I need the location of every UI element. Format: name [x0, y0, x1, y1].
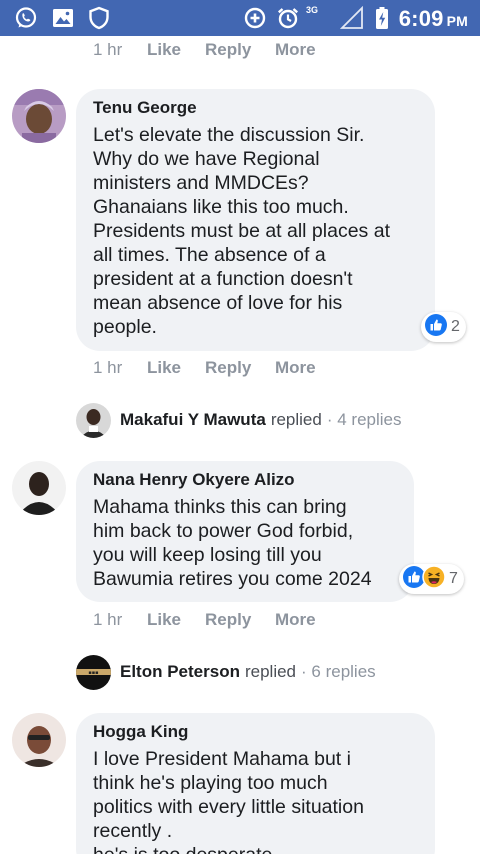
like-button[interactable]: Like [147, 358, 181, 378]
reaction-count: 7 [449, 570, 458, 587]
reaction-count: 2 [451, 318, 460, 335]
network-type: 3G [306, 5, 319, 15]
reply-avatar: ▪▪▪ [76, 654, 111, 690]
comment-time: 1 hr [93, 40, 123, 59]
comment-time: 1 hr [93, 358, 123, 377]
avatar[interactable] [12, 713, 66, 767]
like-button[interactable]: Like [147, 610, 181, 630]
reply-button[interactable]: Reply [205, 40, 251, 60]
comment-bubble[interactable]: Tenu George Let's elevate the discussion… [76, 89, 435, 351]
like-button[interactable]: Like [147, 40, 181, 60]
comment-author[interactable]: Hogga King [93, 722, 417, 742]
reply-count: · 4 replies [326, 410, 402, 429]
comment-bubble[interactable]: Nana Henry Okyere Alizo Mahama thinks th… [76, 461, 414, 602]
clock: 6:09 PM [398, 6, 468, 31]
view-replies[interactable]: ▪▪▪ Elton Peterson replied · 6 replies [76, 654, 376, 690]
reply-avatar [76, 402, 111, 438]
gallery-icon [51, 6, 75, 30]
comment-author[interactable]: Nana Henry Okyere Alizo [93, 470, 396, 490]
comment-text: I love President Mahama but i think he's… [93, 748, 364, 854]
replied-label: replied [244, 662, 297, 681]
comment-time: 1 hr [93, 610, 123, 629]
data-saver-icon [243, 6, 267, 30]
alarm-icon [276, 6, 300, 30]
status-bar: 3G 6:09 PM [0, 0, 480, 36]
battery-charging-icon [374, 6, 390, 30]
comment-author[interactable]: Tenu George [93, 98, 417, 118]
haha-reaction-icon [422, 564, 446, 594]
comment-text: Mahama thinks this can bring him back to… [93, 496, 372, 590]
signal-icon [339, 5, 364, 30]
svg-text:▪▪▪: ▪▪▪ [88, 670, 98, 676]
shield-icon [87, 6, 111, 30]
reply-button[interactable]: Reply [205, 610, 251, 630]
reply-button[interactable]: Reply [205, 358, 251, 378]
reaction-summary[interactable]: 7 [399, 564, 464, 594]
more-button[interactable]: More [275, 40, 316, 60]
reply-author: Makafui Y Mawuta [120, 410, 266, 429]
avatar[interactable] [12, 89, 66, 143]
replied-label: replied [270, 410, 322, 429]
reply-count: · 6 replies [301, 662, 376, 681]
more-button[interactable]: More [275, 610, 316, 630]
avatar[interactable] [12, 461, 66, 515]
comment-bubble[interactable]: Hogga King I love President Mahama but i… [76, 713, 435, 854]
more-button[interactable]: More [275, 358, 316, 378]
view-replies[interactable]: Makafui Y Mawuta replied · 4 replies [76, 402, 402, 438]
whatsapp-icon [14, 6, 38, 30]
reaction-summary[interactable]: 2 [421, 312, 466, 342]
like-reaction-icon [424, 313, 448, 342]
reply-author: Elton Peterson [120, 662, 240, 681]
comment-text: Let's elevate the discussion Sir. Why do… [93, 124, 390, 338]
